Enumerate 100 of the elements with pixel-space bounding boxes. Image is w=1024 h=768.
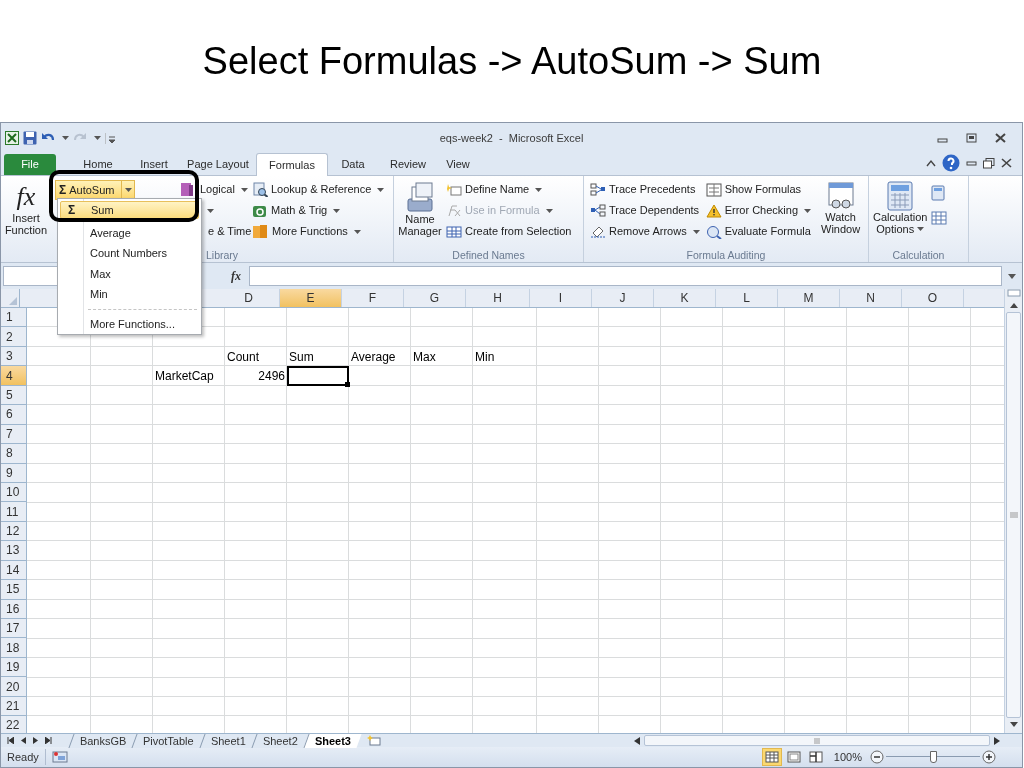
close-icon[interactable] bbox=[995, 133, 1006, 143]
row-header[interactable]: 22 bbox=[1, 716, 27, 733]
row-header[interactable]: 6 bbox=[1, 405, 27, 425]
ribbon-button[interactable]: Logical bbox=[180, 179, 252, 200]
view-button[interactable] bbox=[761, 748, 782, 766]
ribbon-button[interactable]: Remove Arrows bbox=[590, 221, 700, 242]
ribbon-button[interactable]: Trace Precedents bbox=[590, 179, 700, 200]
column-header[interactable]: O bbox=[902, 289, 964, 307]
ribbon-tab[interactable]: Insert bbox=[128, 154, 180, 175]
scroll-right-icon[interactable] bbox=[994, 736, 1000, 745]
row-header[interactable]: 13 bbox=[1, 541, 27, 561]
column-header[interactable]: N bbox=[840, 289, 902, 307]
help-icon[interactable] bbox=[942, 154, 960, 172]
slider-thumb[interactable] bbox=[930, 751, 937, 763]
row-header[interactable]: 15 bbox=[1, 580, 27, 600]
menu-item[interactable]: Min bbox=[60, 284, 199, 305]
row-header[interactable]: 19 bbox=[1, 657, 27, 678]
ribbon-tab[interactable]: Formulas bbox=[256, 153, 328, 176]
menu-item[interactable]: More Functions... bbox=[60, 313, 199, 335]
calculate-now-icon[interactable] bbox=[931, 185, 946, 201]
row-header[interactable]: 1 bbox=[1, 308, 27, 328]
caret-icon[interactable] bbox=[207, 208, 214, 213]
row-header[interactable]: 2 bbox=[1, 327, 27, 347]
split-handle-icon[interactable] bbox=[1006, 289, 1021, 297]
expand-icon[interactable] bbox=[1006, 271, 1018, 281]
collapse-ribbon-icon[interactable] bbox=[926, 159, 936, 167]
row-header[interactable]: 5 bbox=[1, 385, 27, 406]
row-header[interactable]: 8 bbox=[1, 444, 27, 464]
caret-icon[interactable] bbox=[62, 136, 69, 140]
ribbon-button[interactable]: Math & Trig bbox=[252, 200, 385, 221]
ribbon-button[interactable]: Evaluate Formula bbox=[705, 221, 811, 242]
column-header[interactable]: F bbox=[342, 289, 404, 307]
row-header[interactable]: 11 bbox=[1, 502, 27, 522]
row-header[interactable]: 17 bbox=[1, 619, 27, 639]
caret-icon[interactable] bbox=[94, 136, 101, 140]
caret-icon[interactable] bbox=[125, 188, 132, 192]
row-header[interactable]: 7 bbox=[1, 424, 27, 445]
column-header[interactable]: E bbox=[280, 289, 342, 307]
ribbon-tab[interactable]: Page Layout bbox=[180, 154, 256, 175]
row-header[interactable]: 3 bbox=[1, 346, 27, 367]
menu-item[interactable]: Count Numbers bbox=[60, 243, 199, 264]
ribbon-button[interactable]: Lookup & Reference bbox=[252, 179, 385, 200]
ribbon-tab[interactable]: Home bbox=[68, 154, 128, 175]
menu-item[interactable]: Max bbox=[60, 263, 199, 285]
save-icon[interactable] bbox=[23, 131, 37, 145]
first-sheet-icon[interactable] bbox=[7, 737, 14, 744]
ribbon-tab[interactable]: File bbox=[4, 154, 56, 175]
ribbon-button[interactable]: Define Name bbox=[446, 179, 572, 200]
zoom-out-icon[interactable] bbox=[870, 750, 884, 764]
zoom-slider[interactable] bbox=[886, 751, 980, 763]
minimize-icon[interactable] bbox=[966, 158, 977, 168]
record-macro-icon[interactable] bbox=[51, 751, 68, 763]
row-header[interactable]: 20 bbox=[1, 677, 27, 697]
column-header[interactable]: K bbox=[654, 289, 716, 307]
ribbon-button[interactable]: Trace Dependents bbox=[590, 200, 700, 221]
scroll-left-icon[interactable] bbox=[634, 736, 640, 745]
column-header[interactable]: G bbox=[404, 289, 466, 307]
row-header[interactable]: 9 bbox=[1, 463, 27, 483]
column-header[interactable]: J bbox=[592, 289, 654, 307]
row-header[interactable]: 12 bbox=[1, 521, 27, 542]
ribbon-tab[interactable]: Data bbox=[328, 154, 378, 175]
vertical-scrollbar[interactable] bbox=[1004, 289, 1022, 733]
excel-icon[interactable] bbox=[5, 131, 19, 145]
insert-function-icon[interactable]: fx bbox=[231, 267, 245, 285]
row-header[interactable]: 18 bbox=[1, 638, 27, 658]
row-header[interactable]: 14 bbox=[1, 560, 27, 581]
active-cell[interactable] bbox=[287, 366, 349, 386]
last-sheet-icon[interactable] bbox=[45, 737, 52, 744]
column-header[interactable]: M bbox=[778, 289, 840, 307]
ribbon-button[interactable]: Error Checking bbox=[705, 200, 811, 221]
column-header[interactable]: I bbox=[530, 289, 592, 307]
ribbon-tab[interactable]: Review bbox=[378, 154, 438, 175]
zoom-in-icon[interactable] bbox=[982, 750, 996, 764]
scroll-down-icon[interactable] bbox=[1008, 721, 1019, 729]
column-header[interactable]: L bbox=[716, 289, 778, 307]
ribbon-button[interactable]: Create from Selection bbox=[446, 221, 572, 242]
menu-item[interactable]: Average bbox=[60, 223, 199, 244]
calculation-options-button[interactable]: Calculation Options bbox=[873, 179, 928, 248]
ribbon-button[interactable]: More Functions bbox=[252, 221, 385, 242]
next-sheet-icon[interactable] bbox=[33, 737, 38, 744]
row-header[interactable]: 21 bbox=[1, 696, 27, 717]
insert-function-button[interactable]: fx Insert Function bbox=[1, 179, 51, 248]
row-header[interactable]: 16 bbox=[1, 599, 27, 619]
formula-input[interactable] bbox=[249, 266, 1002, 286]
watch-window-button[interactable]: Watch Window bbox=[821, 179, 861, 248]
name-manager-button[interactable]: Name Manager bbox=[394, 179, 446, 248]
column-header[interactable]: H bbox=[466, 289, 530, 307]
row-header[interactable]: 10 bbox=[1, 482, 27, 503]
ribbon-button[interactable]: Show Formulas bbox=[705, 179, 811, 200]
restore-icon[interactable] bbox=[983, 157, 995, 169]
maximize-icon[interactable] bbox=[966, 133, 977, 143]
sheet-tab[interactable]: Sheet3 bbox=[303, 733, 362, 748]
calculate-sheet-icon[interactable] bbox=[931, 211, 948, 225]
previous-sheet-icon[interactable] bbox=[21, 737, 26, 744]
autosum-button[interactable]: Σ AutoSum bbox=[55, 180, 135, 200]
row-header[interactable]: 4 bbox=[1, 366, 27, 386]
scroll-up-icon[interactable] bbox=[1008, 301, 1019, 309]
ribbon-tab[interactable]: View bbox=[438, 154, 478, 175]
customize-icon[interactable] bbox=[105, 132, 115, 144]
close-icon[interactable] bbox=[1001, 158, 1012, 168]
